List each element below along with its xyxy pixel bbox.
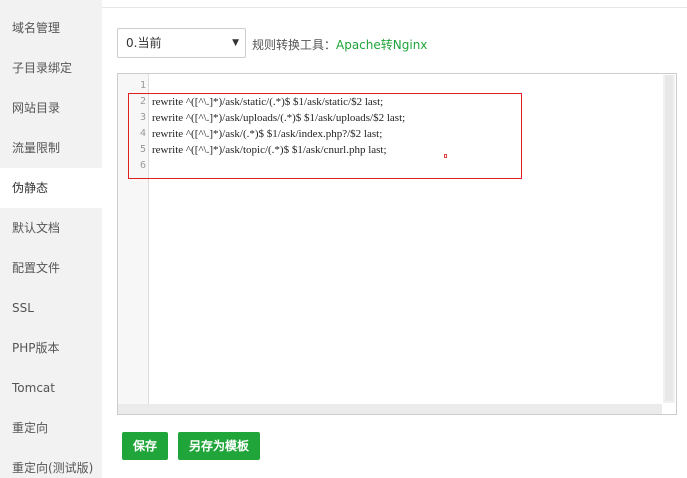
- top-divider: [102, 7, 687, 8]
- code-line[interactable]: rewrite ^([^\.]*)/ask/(.*)$ $1/ask/index…: [152, 126, 382, 142]
- sidebar-item-php-version[interactable]: PHP版本: [0, 328, 102, 368]
- rule-select-value: 0.当前: [126, 36, 162, 50]
- save-button[interactable]: 保存: [122, 432, 168, 460]
- sidebar-item-domain[interactable]: 域名管理: [0, 8, 102, 48]
- sidebar: 域名管理 子目录绑定 网站目录 流量限制 伪静态 默认文档 配置文件 SSL P…: [0, 0, 102, 478]
- sidebar-item-rewrite[interactable]: 伪静态: [0, 168, 102, 208]
- code-line[interactable]: rewrite ^([^\.]*)/ask/topic/(.*)$ $1/ask…: [152, 142, 387, 158]
- sidebar-item-redirect-beta[interactable]: 重定向(测试版): [0, 448, 102, 478]
- sidebar-item-tomcat[interactable]: Tomcat: [0, 368, 102, 408]
- sidebar-item-subdir[interactable]: 子目录绑定: [0, 48, 102, 88]
- sidebar-item-traffic-limit[interactable]: 流量限制: [0, 128, 102, 168]
- save-as-template-button[interactable]: 另存为模板: [178, 432, 260, 460]
- code-line[interactable]: rewrite ^([^\.]*)/ask/uploads/(.*)$ $1/a…: [152, 110, 405, 126]
- sidebar-item-ssl[interactable]: SSL: [0, 288, 102, 328]
- line-number: 3: [139, 112, 146, 123]
- rewrite-code-editor[interactable]: 1 2 3 4 5 6 rewrite ^([^\.]*)/ask/static…: [117, 73, 677, 415]
- apache-to-nginx-link[interactable]: Apache转Nginx: [336, 36, 427, 53]
- sidebar-item-site-dir[interactable]: 网站目录: [0, 88, 102, 128]
- line-number: 5: [139, 144, 146, 155]
- line-number: 1: [139, 80, 146, 91]
- rule-select[interactable]: 0.当前 ▼: [117, 28, 246, 58]
- vertical-scrollbar[interactable]: [663, 75, 675, 403]
- text-cursor-marker: [444, 154, 447, 158]
- horizontal-scrollbar[interactable]: [118, 404, 662, 414]
- line-number: 2: [139, 96, 146, 107]
- caret-down-icon: ▼: [232, 38, 239, 48]
- sidebar-item-default-doc[interactable]: 默认文档: [0, 208, 102, 248]
- code-line[interactable]: rewrite ^([^\.]*)/ask/static/(.*)$ $1/as…: [152, 94, 383, 110]
- vertical-scrollbar-thumb[interactable]: [665, 75, 673, 401]
- sidebar-item-redirect[interactable]: 重定向: [0, 408, 102, 448]
- line-number-gutter: 1 2 3 4 5 6: [118, 74, 149, 404]
- line-number: 4: [139, 128, 146, 139]
- line-number: 6: [139, 160, 146, 171]
- sidebar-item-config-file[interactable]: 配置文件: [0, 248, 102, 288]
- converter-label: 规则转换工具：: [252, 38, 337, 52]
